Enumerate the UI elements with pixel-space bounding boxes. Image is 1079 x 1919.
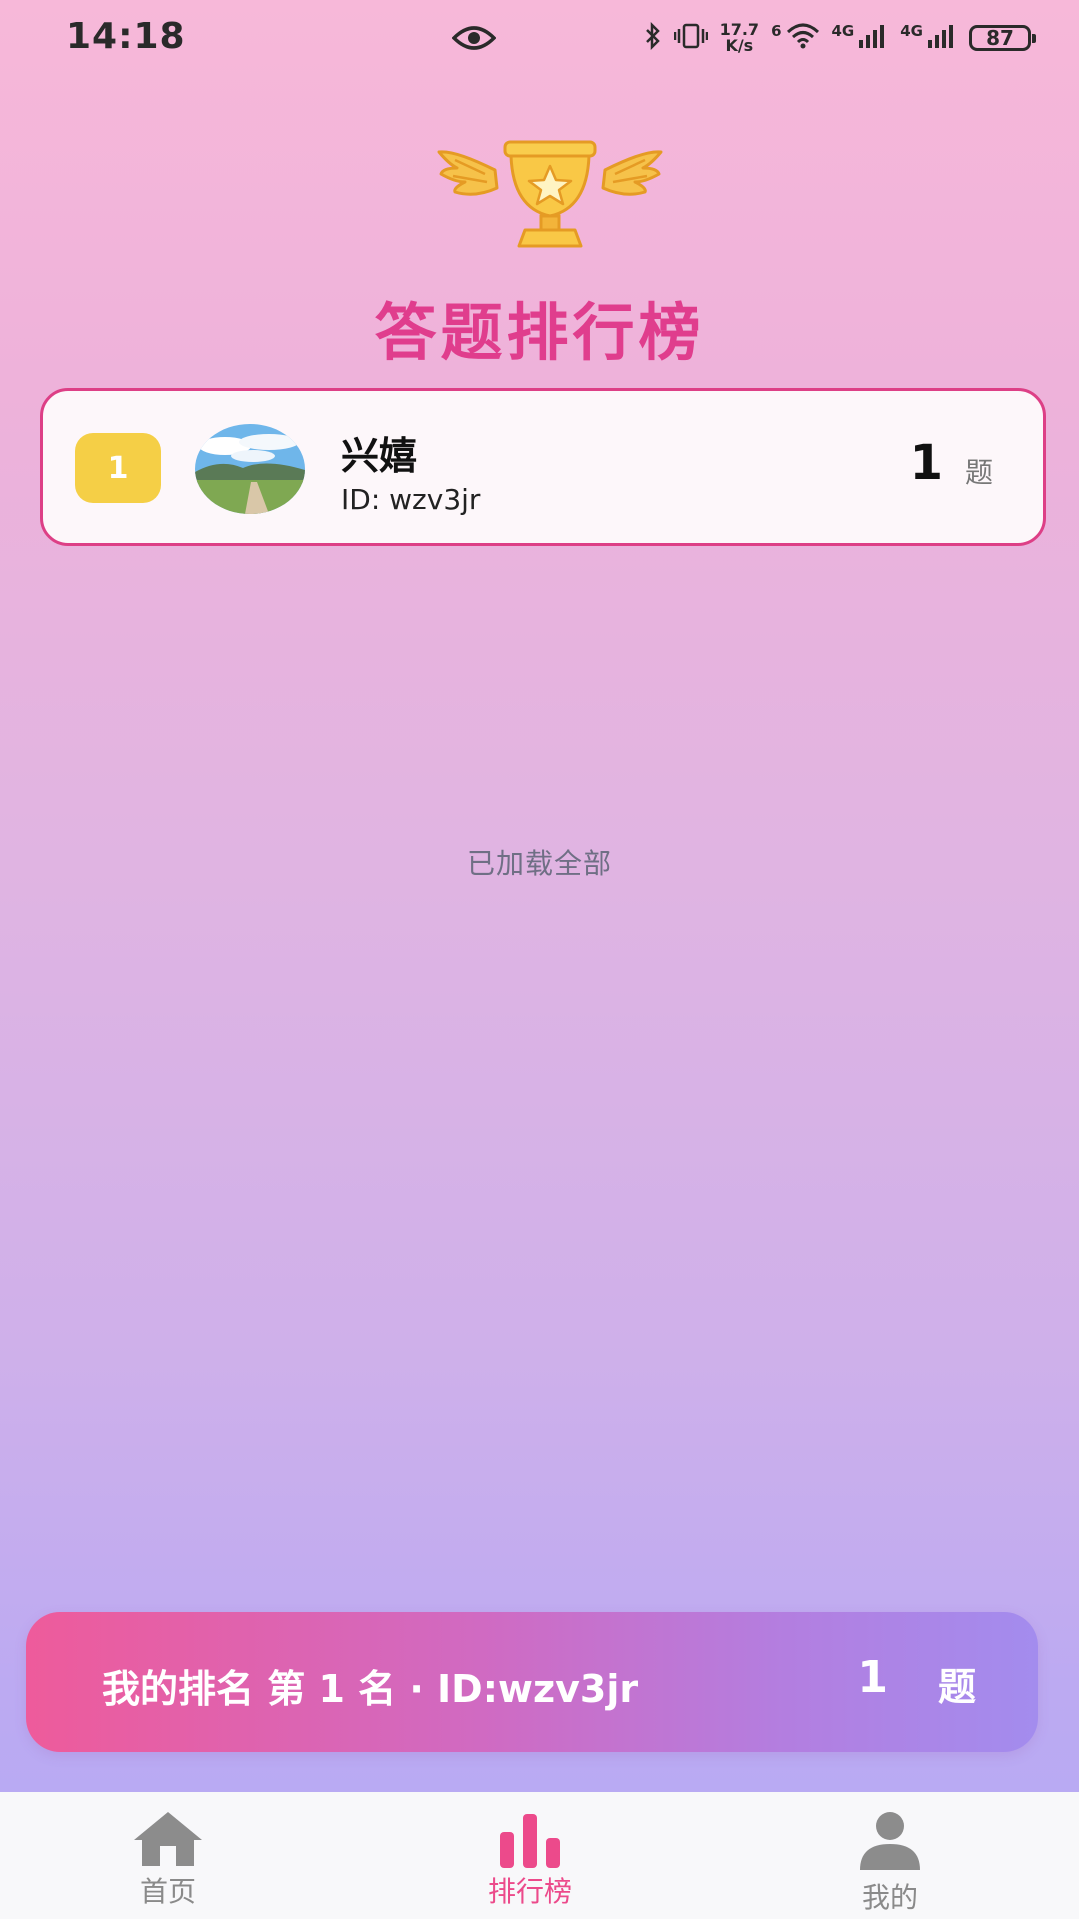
sim1-label: 4G — [831, 22, 855, 40]
status-time: 14:18 — [66, 16, 186, 57]
vibrate-icon — [673, 22, 708, 54]
status-bar: 14:18 17.7 K/s 6 4G 4G 87 — [0, 0, 1079, 80]
avatar[interactable] — [195, 424, 305, 514]
nav-item-home[interactable]: 首页 — [68, 1792, 268, 1919]
list-end-text: 已加载全部 — [466, 847, 612, 880]
home-icon — [132, 1810, 204, 1872]
nav-label-home: 首页 — [139, 1875, 196, 1908]
battery-level: 87 — [986, 26, 1014, 50]
my-rank-bar[interactable]: 我的排名 第 1 名 · ID:wzv3jr 1 题 — [26, 1612, 1038, 1752]
wifi-badge: 6 — [771, 22, 782, 40]
status-icons: 17.7 K/s 6 4G 4G 87 — [644, 21, 1036, 54]
net-speed: 17.7 K/s — [720, 22, 759, 54]
bottom-nav: 首页 排行榜 我的 — [0, 1792, 1079, 1919]
my-rank-text: 我的排名 第 1 名 · ID:wzv3jr — [102, 1667, 639, 1711]
sim2-label: 4G — [900, 22, 923, 40]
eye-icon — [451, 24, 497, 56]
rank-badge: 1 — [75, 433, 161, 503]
signal-icon — [927, 22, 957, 54]
leaderboard-row[interactable]: 1 兴嬉 ID: wzv3jr 1 题 — [40, 388, 1046, 546]
person-icon — [854, 1810, 926, 1876]
score-unit: 题 — [964, 456, 993, 489]
my-rank-score: 1 — [857, 1652, 888, 1703]
nav-item-profile[interactable]: 我的 — [790, 1792, 990, 1919]
nav-label-leaderboard: 排行榜 — [487, 1875, 572, 1908]
user-name: 兴嬉 — [341, 434, 418, 478]
score-value: 1 — [909, 435, 943, 491]
bluetooth-icon — [644, 21, 662, 54]
my-rank-unit: 题 — [937, 1665, 976, 1709]
nav-label-profile: 我的 — [861, 1881, 918, 1914]
trophy-icon — [435, 130, 665, 260]
nav-item-leaderboard[interactable]: 排行榜 — [430, 1792, 630, 1919]
bar-chart-icon — [494, 1810, 566, 1872]
signal-icon — [858, 22, 888, 54]
wifi-icon — [786, 22, 820, 54]
page-title: 答题排行榜 — [374, 296, 705, 369]
user-id: ID: wzv3jr — [341, 483, 481, 516]
net-speed-unit: K/s — [725, 36, 754, 55]
battery-icon: 87 — [969, 25, 1036, 51]
